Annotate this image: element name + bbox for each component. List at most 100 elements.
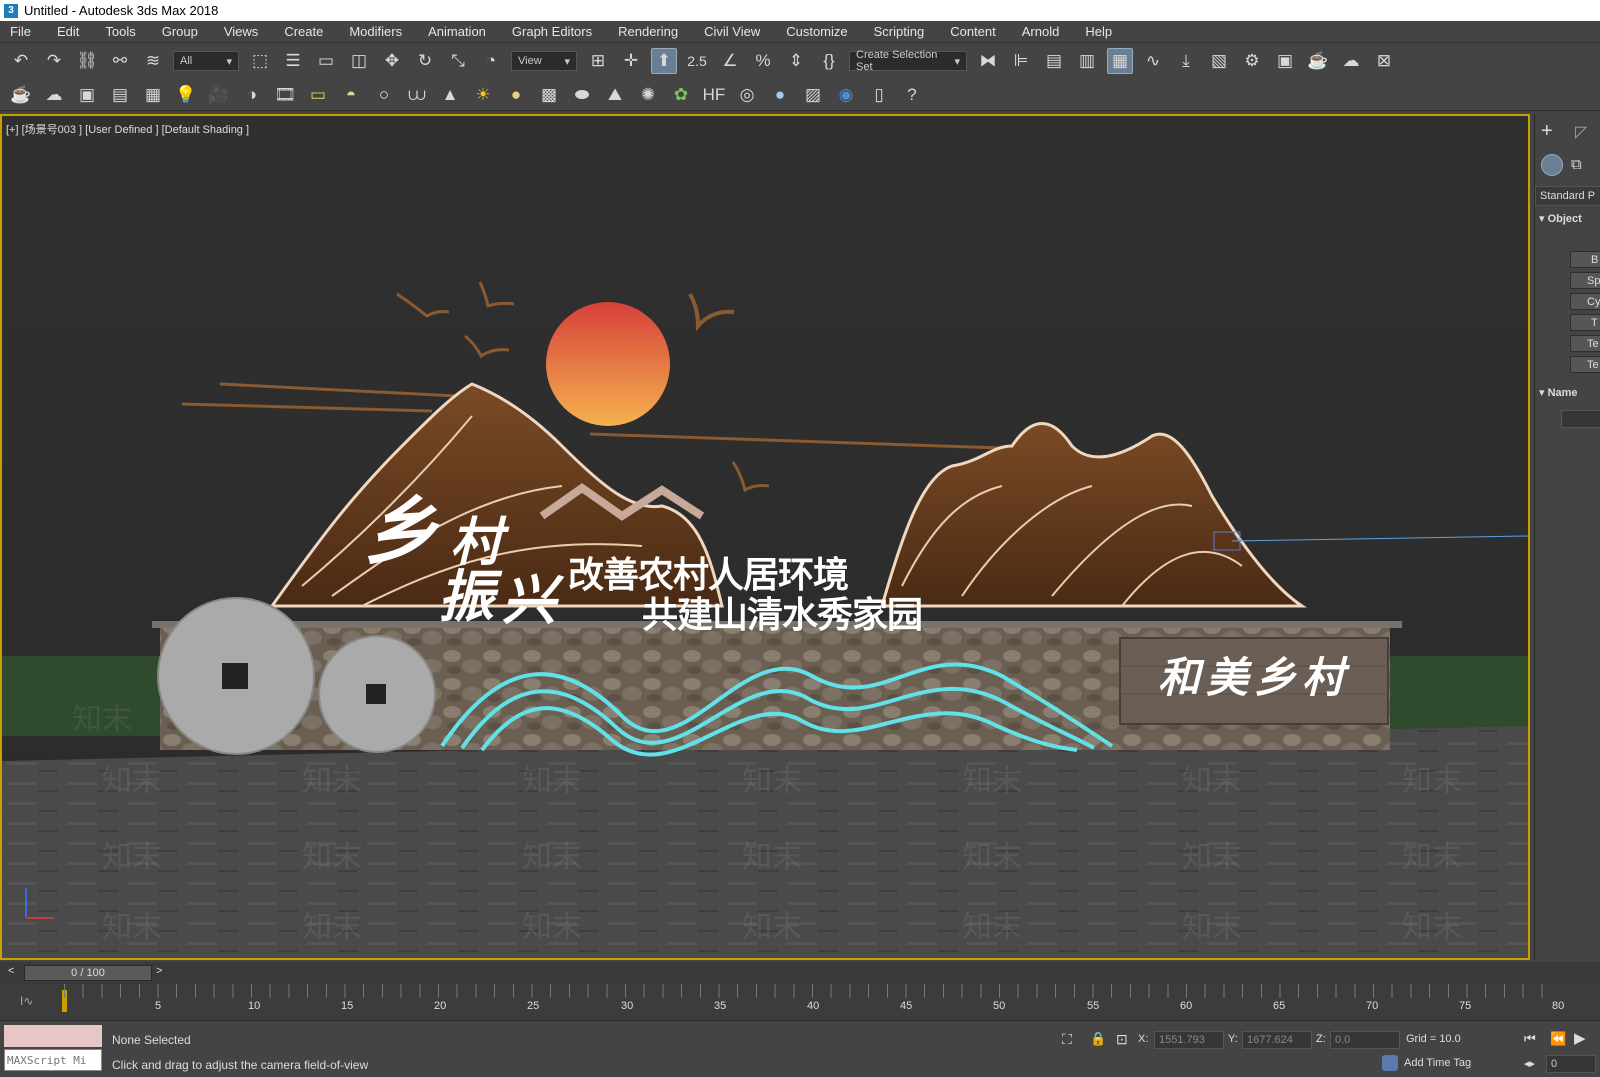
rectangular-selection-icon[interactable]: ▭ bbox=[313, 48, 339, 74]
select-object-icon[interactable]: ⬚ bbox=[247, 48, 273, 74]
move-icon[interactable]: ✥ bbox=[379, 48, 405, 74]
play-icon[interactable]: ▶ bbox=[1574, 1029, 1586, 1047]
geometry-category-icon[interactable] bbox=[1541, 154, 1563, 176]
gear-sphere-icon[interactable]: ✺ bbox=[635, 82, 661, 108]
next-frame-icon[interactable]: > bbox=[156, 965, 162, 977]
edit-named-selection-icon[interactable]: {} bbox=[816, 48, 842, 74]
mirror-icon[interactable]: ⧓ bbox=[975, 48, 1001, 74]
name-field[interactable] bbox=[1561, 410, 1600, 428]
menu-file[interactable]: File bbox=[10, 24, 31, 39]
render-setup-icon[interactable]: ⚙ bbox=[1239, 48, 1265, 74]
menu-rendering[interactable]: Rendering bbox=[618, 24, 678, 39]
rendered-frame-window-icon[interactable]: ▣ bbox=[1272, 48, 1298, 74]
x-coordinate-field[interactable]: 1551.793 bbox=[1154, 1031, 1224, 1049]
menu-content[interactable]: Content bbox=[950, 24, 996, 39]
hemisphere-icon[interactable]: ◓ bbox=[338, 82, 364, 108]
redo-icon[interactable]: ↷ bbox=[41, 48, 67, 74]
time-slider[interactable]: 0 / 100 bbox=[24, 965, 152, 981]
image-plane-icon[interactable]: ▣ bbox=[74, 82, 100, 108]
asset-icon[interactable]: ▯ bbox=[866, 82, 892, 108]
object-button-teapot[interactable]: Te bbox=[1570, 335, 1600, 352]
sun-icon[interactable]: ☀ bbox=[470, 82, 496, 108]
scene-explorer-icon[interactable]: ▤ bbox=[1041, 48, 1067, 74]
place-icon[interactable]: ◔ bbox=[478, 48, 504, 74]
texture-icon[interactable]: ▨ bbox=[800, 82, 826, 108]
percent-snap-icon[interactable]: % bbox=[750, 48, 776, 74]
menu-help[interactable]: Help bbox=[1085, 24, 1112, 39]
select-by-name-icon[interactable]: ☰ bbox=[280, 48, 306, 74]
angle-snap-icon[interactable]: ∠ bbox=[717, 48, 743, 74]
rotate-icon[interactable]: ↻ bbox=[412, 48, 438, 74]
track-bar[interactable]: I∿ 5 10 15 20 25 30 35 40 45 50 55 60 65… bbox=[0, 984, 1600, 1020]
modify-tab-icon[interactable]: ◸ bbox=[1575, 122, 1587, 142]
menu-edit[interactable]: Edit bbox=[57, 24, 79, 39]
unlink-icon[interactable]: ⚯ bbox=[107, 48, 133, 74]
menu-create[interactable]: Create bbox=[284, 24, 323, 39]
undo-icon[interactable]: ↶ bbox=[8, 48, 34, 74]
snaps-toggle-icon[interactable]: 2.5 bbox=[684, 48, 710, 74]
previous-key-icon[interactable]: ⏪ bbox=[1550, 1031, 1566, 1047]
menu-scripting[interactable]: Scripting bbox=[874, 24, 925, 39]
menu-graph-editors[interactable]: Graph Editors bbox=[512, 24, 592, 39]
menu-civil-view[interactable]: Civil View bbox=[704, 24, 760, 39]
grid-table-icon[interactable]: ▦ bbox=[140, 82, 166, 108]
lock-icon[interactable]: 🔒 bbox=[1090, 1031, 1106, 1047]
spotlight-icon[interactable]: ◑ bbox=[239, 82, 265, 108]
reference-coordinate-dropdown[interactable]: View ▾ bbox=[511, 51, 577, 71]
grass-icon[interactable]: ✿ bbox=[668, 82, 694, 108]
menu-modifiers[interactable]: Modifiers bbox=[349, 24, 402, 39]
scale-icon[interactable]: ⤡ bbox=[445, 48, 471, 74]
isolate-selection-icon[interactable]: ⛶ bbox=[1062, 1031, 1072, 1048]
disc-light-icon[interactable]: ● bbox=[503, 82, 529, 108]
layer-explorer-icon[interactable]: ▥ bbox=[1074, 48, 1100, 74]
object-button-text[interactable]: Te bbox=[1570, 356, 1600, 373]
object-button-cylinder[interactable]: Cy bbox=[1570, 293, 1600, 310]
link-icon[interactable]: ⛓ bbox=[74, 48, 100, 74]
a360-render-icon[interactable]: ⊠ bbox=[1371, 48, 1397, 74]
menu-arnold[interactable]: Arnold bbox=[1022, 24, 1060, 39]
current-frame-field[interactable]: 0 bbox=[1546, 1055, 1596, 1073]
menu-animation[interactable]: Animation bbox=[428, 24, 486, 39]
add-time-tag-icon[interactable] bbox=[1382, 1055, 1398, 1071]
render-sphere-icon[interactable]: ◉ bbox=[833, 82, 859, 108]
keyboard-shortcut-override-icon[interactable]: ⬆ bbox=[651, 48, 677, 74]
cloud-icon[interactable]: ☁ bbox=[41, 82, 67, 108]
maxscript-mini-listener[interactable] bbox=[4, 1049, 102, 1071]
named-selection-set-dropdown[interactable]: Create Selection Set ▾ bbox=[849, 49, 967, 73]
spinner-snap-icon[interactable]: ⇕ bbox=[783, 48, 809, 74]
go-to-start-icon[interactable]: ⏮ bbox=[1524, 1031, 1536, 1047]
render-iterative-icon[interactable]: ☁ bbox=[1338, 48, 1364, 74]
menu-customize[interactable]: Customize bbox=[786, 24, 847, 39]
table-icon[interactable]: ▤ bbox=[107, 82, 133, 108]
menu-group[interactable]: Group bbox=[162, 24, 198, 39]
object-type-rollout[interactable]: ▾ Object bbox=[1539, 212, 1582, 225]
bind-space-warp-icon[interactable]: ≋ bbox=[140, 48, 166, 74]
mesh-grid-icon[interactable]: ▩ bbox=[536, 82, 562, 108]
shapes-category-icon[interactable]: ⧉ bbox=[1571, 156, 1582, 173]
perspective-viewport[interactable]: [+] [场景号003 ] [User Defined ] [Default S… bbox=[0, 114, 1530, 960]
hair-fur-icon[interactable]: HF bbox=[701, 82, 727, 108]
curve-editor-toggle-icon[interactable]: I∿ bbox=[20, 994, 33, 1008]
create-tab-plus-icon[interactable]: + bbox=[1541, 120, 1553, 143]
toggle-ribbon-icon[interactable]: ▦ bbox=[1107, 48, 1133, 74]
window-crossing-icon[interactable]: ◫ bbox=[346, 48, 372, 74]
shell-icon[interactable]: ◎ bbox=[734, 82, 760, 108]
lamp-icon[interactable]: ⩊ bbox=[404, 82, 430, 108]
name-color-rollout[interactable]: ▾ Name bbox=[1539, 386, 1578, 399]
selection-filter-dropdown[interactable]: All ▾ bbox=[173, 51, 239, 71]
select-manipulate-icon[interactable]: ✛ bbox=[618, 48, 644, 74]
menu-tools[interactable]: Tools bbox=[105, 24, 135, 39]
terrain-icon[interactable]: ⛰ bbox=[602, 82, 628, 108]
sphere-light-icon[interactable]: ○ bbox=[371, 82, 397, 108]
object-button-torus[interactable]: T bbox=[1570, 314, 1600, 331]
pivot-center-icon[interactable]: ⊞ bbox=[585, 48, 611, 74]
teapot-icon[interactable]: ☕ bbox=[8, 82, 34, 108]
curve-editor-icon[interactable]: ∿ bbox=[1140, 48, 1166, 74]
material-editor-icon[interactable]: ▧ bbox=[1206, 48, 1232, 74]
render-production-icon[interactable]: ☕ bbox=[1305, 48, 1331, 74]
material-sphere-icon[interactable]: ● bbox=[767, 82, 793, 108]
add-time-tag[interactable]: Add Time Tag bbox=[1404, 1057, 1471, 1069]
menu-views[interactable]: Views bbox=[224, 24, 258, 39]
align-icon[interactable]: ⊫ bbox=[1008, 48, 1034, 74]
schematic-view-icon[interactable]: ⤓ bbox=[1173, 48, 1199, 74]
